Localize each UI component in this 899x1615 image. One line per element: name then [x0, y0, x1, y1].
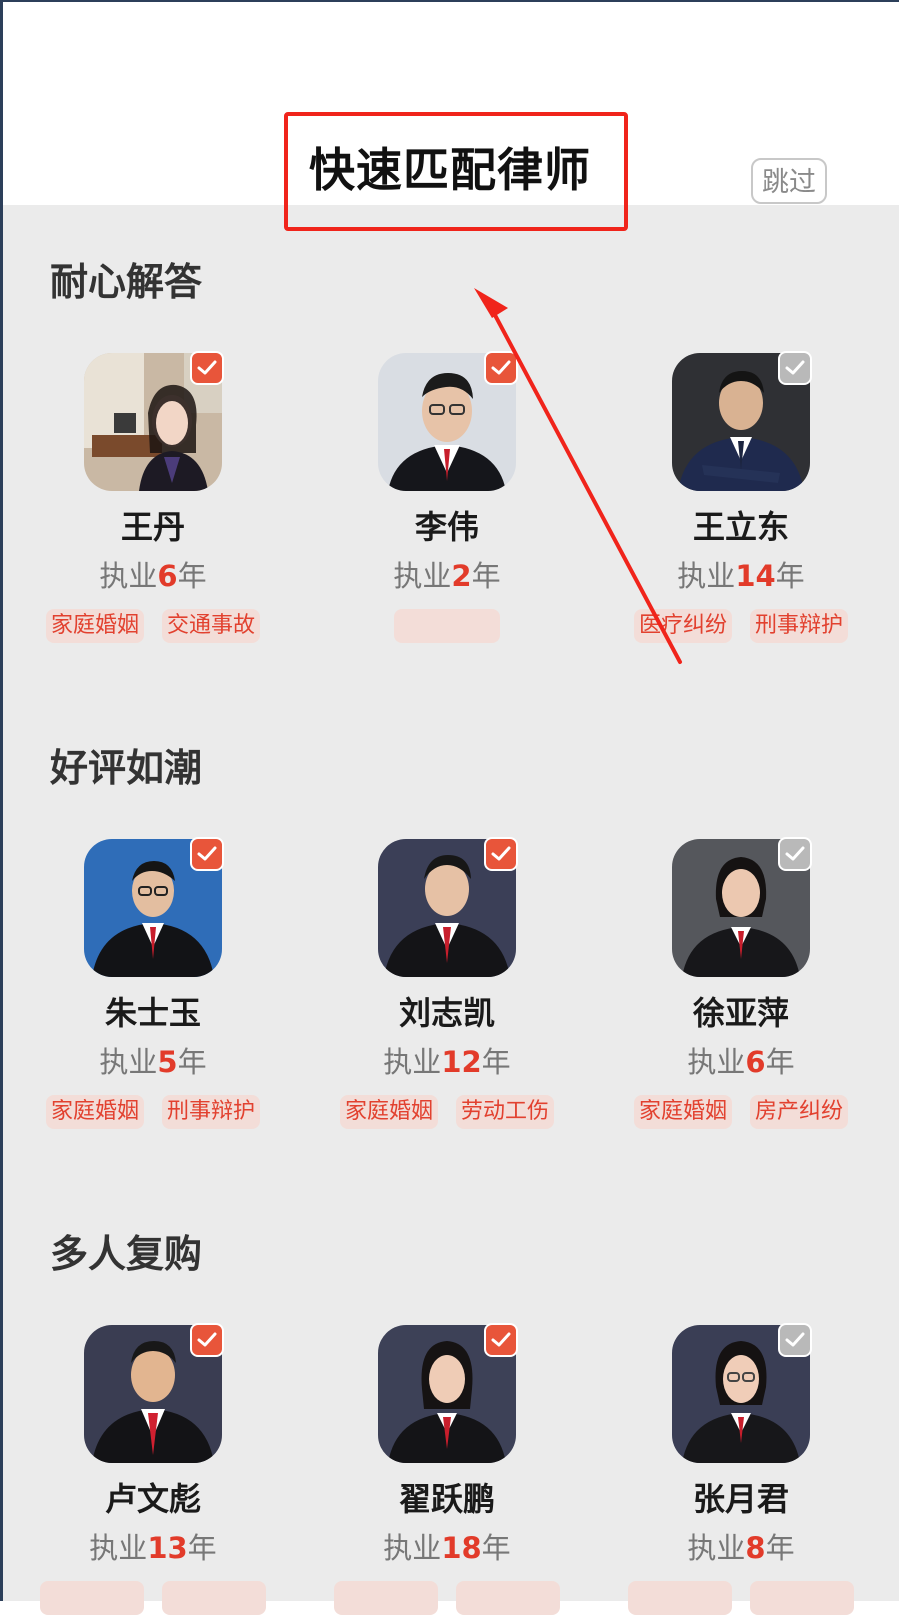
annotation-highlight-box	[284, 112, 628, 231]
practice-years: 执业12年	[297, 1043, 597, 1081]
practice-prefix: 执业	[383, 1045, 442, 1079]
practice-suffix: 年	[471, 559, 501, 593]
years-value: 13	[147, 1531, 188, 1565]
practice-prefix: 执业	[687, 1531, 746, 1565]
practice-prefix: 执业	[99, 1045, 158, 1079]
specialty-tag: 交通事故	[162, 609, 261, 643]
skip-button[interactable]: 跳过	[751, 158, 827, 204]
tag-list	[297, 1581, 597, 1615]
practice-years: 执业5年	[3, 1043, 303, 1081]
specialty-tag: 家庭婚姻	[45, 1095, 144, 1129]
lawyer-name: 卢文彪	[104, 1480, 201, 1518]
specialty-tag: 家庭婚姻	[339, 1095, 438, 1129]
window-edge-top	[0, 0, 899, 2]
practice-prefix: 执业	[393, 559, 452, 593]
check-icon[interactable]	[190, 837, 224, 871]
practice-prefix: 执业	[383, 1531, 442, 1565]
practice-suffix: 年	[187, 1531, 217, 1565]
lawyer-name: 徐亚萍	[692, 994, 789, 1032]
specialty-tag	[334, 1581, 438, 1615]
lawyer-name: 刘志凯	[398, 994, 495, 1032]
avatar[interactable]	[84, 837, 224, 977]
years-value: 6	[745, 1045, 766, 1079]
tag-list	[3, 1581, 303, 1615]
avatar[interactable]	[84, 351, 224, 491]
specialty-tag	[394, 609, 500, 643]
specialty-tag	[750, 1581, 854, 1615]
check-icon[interactable]	[190, 351, 224, 385]
lawyer-name: 朱士玉	[104, 994, 201, 1032]
avatar[interactable]	[84, 1323, 224, 1463]
check-icon[interactable]	[484, 351, 518, 385]
specialty-tag	[40, 1581, 144, 1615]
practice-prefix: 执业	[677, 559, 736, 593]
practice-suffix: 年	[177, 559, 207, 593]
lawyer-name: 王丹	[120, 508, 185, 546]
practice-years: 执业6年	[591, 1043, 891, 1081]
years-value: 6	[157, 559, 178, 593]
section-title: 耐心解答	[50, 260, 203, 304]
practice-prefix: 执业	[89, 1531, 148, 1565]
avatar[interactable]	[378, 351, 518, 491]
check-icon[interactable]	[484, 837, 518, 871]
practice-years: 执业14年	[591, 557, 891, 595]
practice-years: 执业18年	[297, 1529, 597, 1567]
practice-suffix: 年	[481, 1531, 511, 1565]
specialty-tag	[628, 1581, 732, 1615]
tag-list: 家庭婚姻 刑事辩护	[3, 1095, 303, 1129]
years-value: 2	[451, 559, 472, 593]
check-icon[interactable]	[484, 1323, 518, 1357]
check-icon[interactable]	[778, 1323, 812, 1357]
years-value: 12	[441, 1045, 482, 1079]
avatar[interactable]	[672, 837, 812, 977]
avatar[interactable]	[378, 1323, 518, 1463]
practice-years: 执业8年	[591, 1529, 891, 1567]
check-icon[interactable]	[778, 351, 812, 385]
specialty-tag: 刑事辩护	[750, 609, 849, 643]
years-value: 8	[745, 1531, 766, 1565]
specialty-tag	[162, 1581, 266, 1615]
specialty-tag: 劳动工伤	[456, 1095, 555, 1129]
specialty-tag: 家庭婚姻	[45, 609, 144, 643]
specialty-tag: 刑事辩护	[162, 1095, 261, 1129]
practice-years: 执业2年	[297, 557, 597, 595]
lawyer-name: 王立东	[692, 508, 789, 546]
tag-list: 家庭婚姻 劳动工伤	[297, 1095, 597, 1129]
specialty-tag	[456, 1581, 560, 1615]
practice-years: 执业6年	[3, 557, 303, 595]
years-value: 5	[157, 1045, 178, 1079]
avatar[interactable]	[378, 837, 518, 977]
specialty-tag: 家庭婚姻	[633, 1095, 732, 1129]
section-title: 多人复购	[50, 1232, 203, 1276]
lawyer-name: 翟跃鹏	[398, 1480, 495, 1518]
tag-list	[297, 609, 597, 643]
avatar[interactable]	[672, 351, 812, 491]
practice-suffix: 年	[775, 559, 805, 593]
practice-prefix: 执业	[99, 559, 158, 593]
check-icon[interactable]	[778, 837, 812, 871]
lawyer-name: 张月君	[692, 1480, 789, 1518]
practice-prefix: 执业	[687, 1045, 746, 1079]
practice-suffix: 年	[765, 1045, 795, 1079]
practice-years: 执业13年	[3, 1529, 303, 1567]
practice-suffix: 年	[481, 1045, 511, 1079]
tag-list: 家庭婚姻 交通事故	[3, 609, 303, 643]
tag-list: 医疗纠纷 刑事辩护	[591, 609, 891, 643]
lawyer-panel: 耐心解答 王丹 执业6年 家庭婚姻 交通事故 李伟 执业2年 王立东 执业14年…	[3, 205, 899, 1615]
window-edge-left	[0, 0, 3, 1601]
specialty-tag: 医疗纠纷	[633, 609, 732, 643]
tag-list	[591, 1581, 891, 1615]
lawyer-name: 李伟	[414, 508, 479, 546]
years-value: 18	[441, 1531, 482, 1565]
practice-suffix: 年	[765, 1531, 795, 1565]
section-title: 好评如潮	[50, 746, 203, 790]
tag-list: 家庭婚姻 房产纠纷	[591, 1095, 891, 1129]
check-icon[interactable]	[190, 1323, 224, 1357]
specialty-tag: 房产纠纷	[750, 1095, 849, 1129]
practice-suffix: 年	[177, 1045, 207, 1079]
avatar[interactable]	[672, 1323, 812, 1463]
years-value: 14	[735, 559, 776, 593]
